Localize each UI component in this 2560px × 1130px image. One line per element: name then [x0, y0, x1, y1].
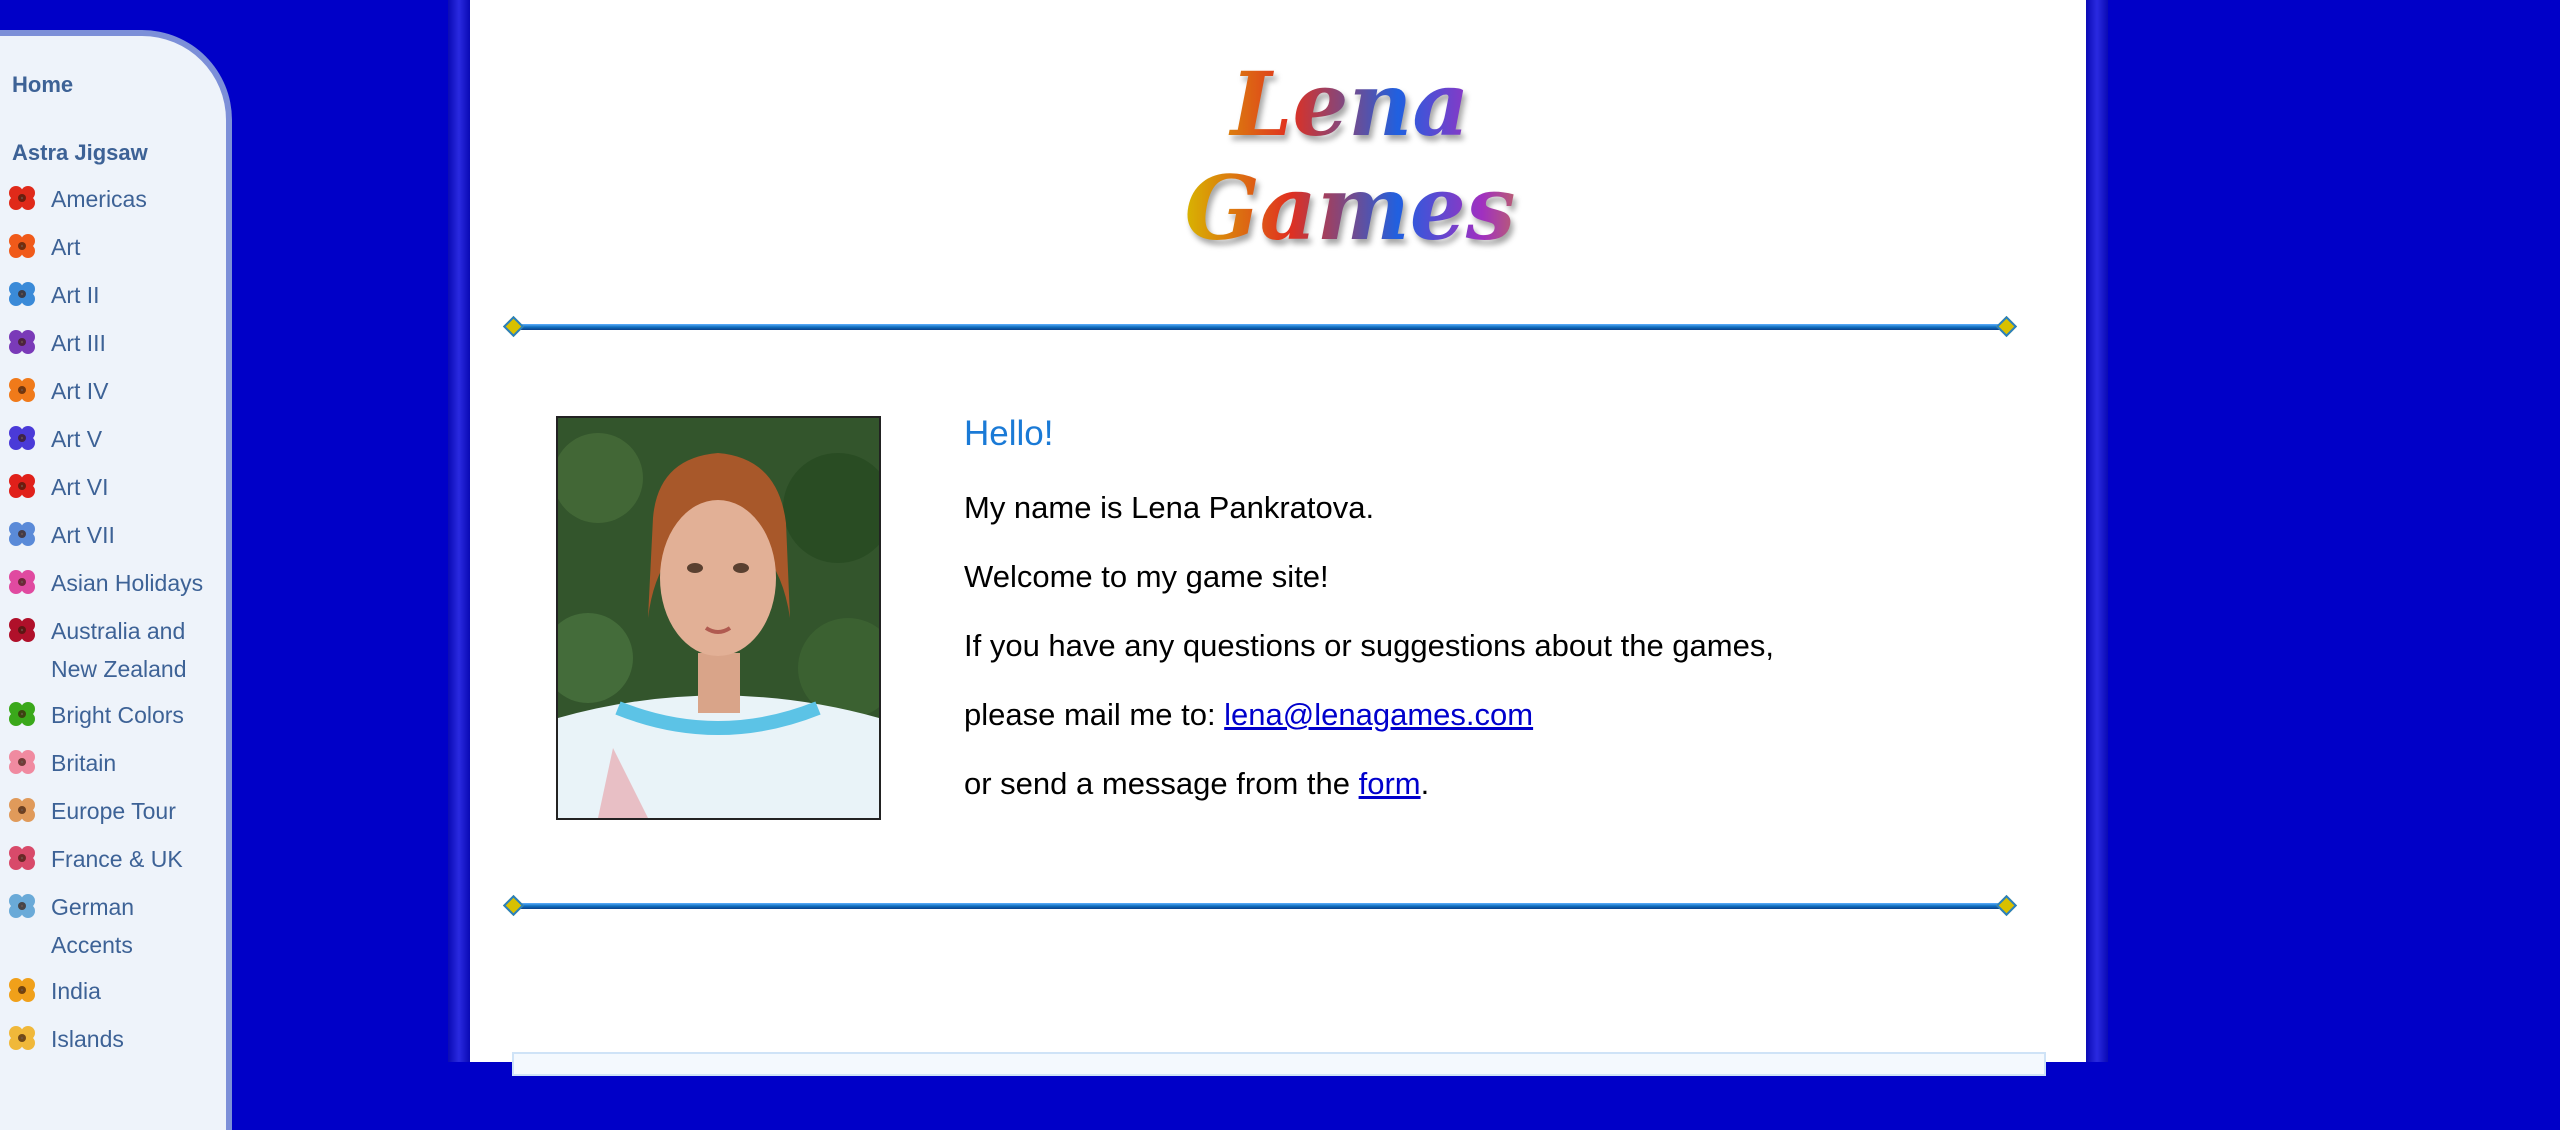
- purple-flower-icon: [6, 328, 38, 356]
- sidebar-item-label: Art: [51, 234, 81, 260]
- divider-diamond-icon: [502, 894, 525, 917]
- bottom-panel: [512, 1052, 2046, 1076]
- sidebar-item-label: Europe Tour: [51, 798, 176, 824]
- sidebar-item-label: Australia and New Zealand: [51, 618, 187, 682]
- sidebar-item-label: Asian Holidays: [51, 570, 204, 596]
- crimson-flower-icon: [6, 616, 38, 644]
- sidebar-item-label: France & UK: [51, 846, 183, 872]
- sidebar-item-label: Art II: [51, 282, 100, 308]
- sidebar-item-label: Art IV: [51, 378, 109, 404]
- violet-flower-icon: [6, 424, 38, 452]
- sidebar-item-label: Art V: [51, 426, 103, 452]
- nav-home-link[interactable]: Home: [12, 72, 73, 98]
- red-flower-icon: [6, 184, 38, 212]
- sidebar-item-label: Bright Colors: [51, 702, 184, 728]
- green-flower-icon: [6, 700, 38, 728]
- sidebar-item-label: Art VII: [51, 522, 115, 548]
- blue-flower-icon: [6, 280, 38, 308]
- mail-line: please mail me to: lena@lenagames.com: [964, 697, 1533, 733]
- sidebar-item-label: Americas: [51, 186, 147, 212]
- blue-feather-icon: [6, 892, 38, 920]
- form-line: or send a message from the form.: [964, 766, 1429, 802]
- sidebar-item-label: India: [51, 978, 101, 1004]
- yellow-star-icon: [6, 1024, 38, 1052]
- nav-astra-jigsaw-link[interactable]: Astra Jigsaw: [12, 140, 148, 166]
- divider-diamond-icon: [1995, 894, 2018, 917]
- sidebar-nav: Home Astra Jigsaw Americas Art Art II Art I…: [0, 30, 232, 1130]
- pink-lips-icon: [6, 748, 38, 776]
- yellow-flower-icon: [6, 976, 38, 1004]
- sidebar-item-label: German Accents: [51, 894, 135, 958]
- orange-flower-icon: [6, 232, 38, 260]
- main-content: Lena Games Hello! My name is Lena Pankra…: [470, 0, 2086, 1076]
- bottom-divider: [502, 894, 2018, 917]
- author-photo: [556, 416, 881, 820]
- left-border-rail: [448, 0, 470, 1062]
- sidebar-item-label: Art VI: [51, 474, 109, 500]
- top-divider: [502, 315, 2018, 338]
- right-border-rail: [2086, 0, 2108, 1062]
- divider-diamond-icon: [502, 315, 525, 338]
- intro-line: My name is Lena Pankratova.: [964, 490, 1375, 525]
- site-logo[interactable]: Lena Games: [1050, 52, 1650, 260]
- rose-flower-icon: [6, 844, 38, 872]
- greeting-heading: Hello!: [964, 414, 1054, 453]
- email-link[interactable]: lena@lenagames.com: [1224, 697, 1533, 732]
- questions-line: If you have any questions or suggestions…: [964, 628, 1774, 663]
- peach-flower-icon: [6, 796, 38, 824]
- sidebar-item-label: Britain: [51, 750, 117, 776]
- poppy-icon: [6, 472, 38, 500]
- sidebar-item-label: Islands: [51, 1026, 124, 1052]
- form-prefix: or send a message from the: [964, 766, 1359, 801]
- pink-flower-icon: [6, 568, 38, 596]
- form-suffix: .: [1420, 766, 1430, 801]
- welcome-line: Welcome to my game site!: [964, 559, 1329, 594]
- blue-star-icon: [6, 520, 38, 548]
- form-link[interactable]: form: [1359, 766, 1421, 801]
- divider-diamond-icon: [1995, 315, 2018, 338]
- mail-prefix: please mail me to:: [964, 697, 1225, 732]
- sidebar-item-label: Art III: [51, 330, 106, 356]
- orange-lily-icon: [6, 376, 38, 404]
